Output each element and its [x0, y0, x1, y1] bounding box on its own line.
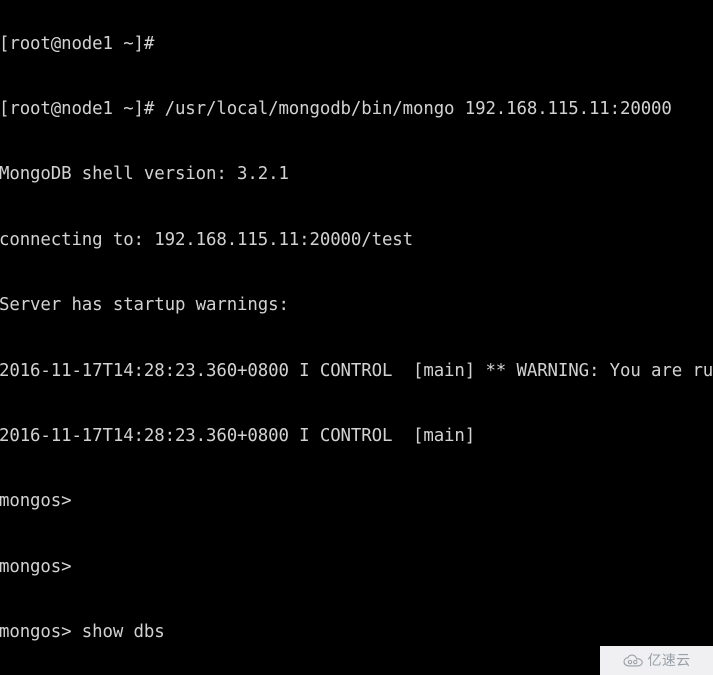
terminal-line: mongos> [0, 491, 72, 512]
watermark-text: 亿速云 [647, 652, 691, 669]
terminal-line: MongoDB shell version: 3.2.1 [0, 164, 289, 185]
terminal-line: [root@node1 ~]# /usr/local/mongodb/bin/m… [0, 98, 672, 119]
cloud-icon [623, 653, 643, 666]
terminal-window[interactable]: [root@node1 ~]# [root@node1 ~]# /usr/loc… [0, 0, 713, 675]
terminal-line: connecting to: 192.168.115.11:20000/test [0, 229, 414, 250]
terminal-line: 2016-11-17T14:28:23.360+0800 I CONTROL [… [0, 425, 476, 446]
watermark: 亿速云 [600, 646, 713, 675]
terminal-line: [root@node1 ~]# [0, 33, 155, 54]
terminal-output: [root@node1 ~]# [root@node1 ~]# /usr/loc… [0, 0, 713, 675]
terminal-line: mongos> show dbs [0, 622, 165, 643]
terminal-line: Server has startup warnings: [0, 295, 289, 316]
terminal-line: 2016-11-17T14:28:23.360+0800 I CONTROL [… [0, 360, 713, 381]
terminal-line: mongos> [0, 556, 72, 577]
